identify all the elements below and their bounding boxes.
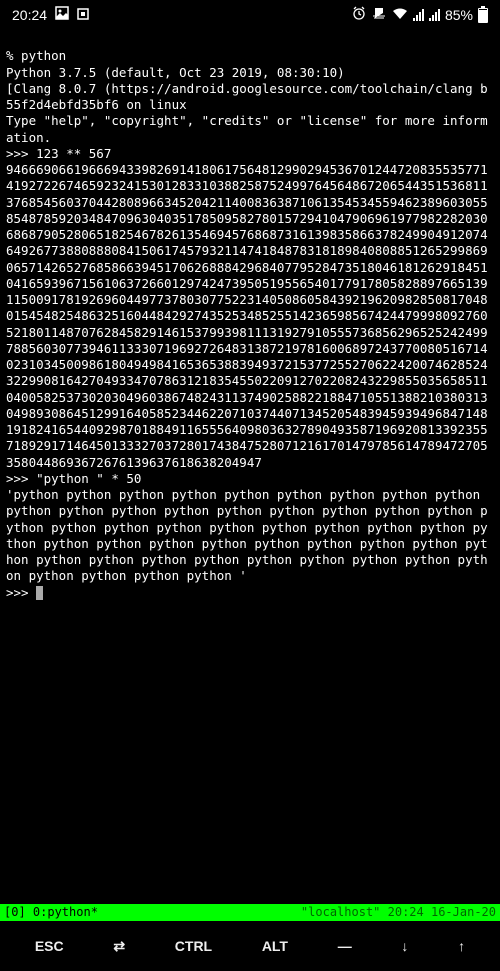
tmux-host-time: "localhost" 20:24 16-Jan-20 [98,905,496,921]
signal-icon-1 [413,9,424,21]
tmux-session-window: [0] 0:python* [4,905,98,921]
battery-percent: 85% [445,6,473,24]
python-banner-version: Python 3.7.5 (default, Oct 23 2019, 08:3… [6,65,345,80]
repl-input-2: >>> "python " * 50 [6,471,141,486]
esc-key[interactable]: ESC [31,929,68,963]
image-notif-icon [55,6,69,24]
terminal-cursor [36,586,43,600]
signal-icon-2 [429,9,440,21]
python-banner-help: Type "help", "copyright", "credits" or "… [6,113,488,144]
ctrl-key[interactable]: CTRL [171,929,216,963]
terminal-extra-keys: ESC ⇄ CTRL ALT — ↓ ↑ [0,921,500,971]
tab-key[interactable]: ⇄ [109,929,129,963]
dash-key[interactable]: — [334,929,356,963]
arrow-up-key[interactable]: ↑ [454,929,469,963]
android-status-bar: 20:24 85% [0,0,500,30]
terminal-output[interactable]: % python Python 3.7.5 (default, Oct 23 2… [0,30,500,904]
repl-output-1: 9466690661966694339826914180617564812990… [6,162,488,470]
alt-key[interactable]: ALT [258,929,292,963]
tmux-status-bar: [0] 0:python* "localhost" 20:24 16-Jan-2… [0,904,500,921]
vibrate-icon [371,6,387,24]
python-banner-compiler: [Clang 8.0.7 (https://android.googlesour… [6,81,488,112]
status-right: 85% [352,6,488,24]
repl-output-2: 'python python python python python pyth… [6,487,488,583]
app-notif-icon [77,6,89,24]
battery-icon [478,8,488,23]
wifi-icon [392,6,408,24]
alarm-icon [352,6,366,24]
status-left: 20:24 [12,6,89,24]
status-time: 20:24 [12,6,47,24]
repl-prompt-3: >>> [6,585,36,600]
repl-input-1: >>> 123 ** 567 [6,146,111,161]
shell-prompt-line: % python [6,48,66,63]
arrow-down-key[interactable]: ↓ [397,929,412,963]
